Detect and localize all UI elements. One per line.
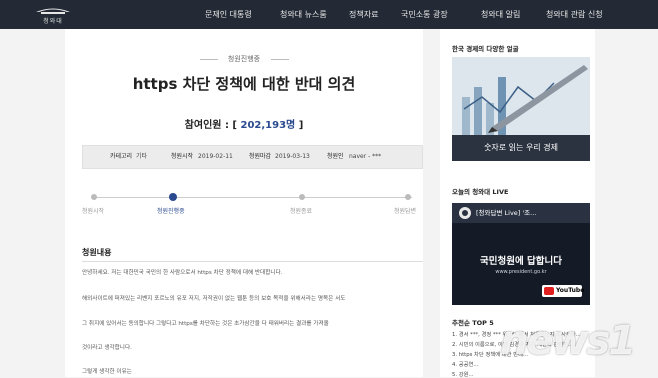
live-banner-title: 국민청원에 답합니다 [480,256,562,267]
live-video-title: [청와답변 Live] '조... [452,203,590,223]
step-dot-end [299,194,305,200]
start-value: 2019-02-11 [198,153,233,160]
step-dot-start [91,194,97,200]
step-label-active: 청원진행중 [157,208,185,215]
economy-banner-caption: 숫자로 읽는 우리 경제 [452,135,590,161]
petition-info-box: 카테고리 기타 청원시작 2019-02-11 청원마감 2019-03-13 … [82,145,423,169]
roof-logo-icon [36,8,70,14]
start-label: 청원시작 [171,153,194,160]
category-value: 기타 [136,153,148,160]
nav-policy[interactable]: 정책자료 [349,0,378,29]
emblem-icon [459,207,471,219]
nav-plaza[interactable]: 국민소통 광장 [401,0,448,29]
author-label: 청원인 [327,153,344,160]
logo-text: 청와대 [43,18,63,25]
top-navigation-bar: 청와대 문재인 대통령 청와대 뉴스룸 정책자료 국민소통 광장 청와대 알림 … [0,0,658,29]
chart-pen-illustration-icon [452,57,590,135]
youtube-icon [544,287,554,295]
cheongwadae-logo[interactable]: 청와대 [30,3,76,26]
content-paragraph: 그렇게 생각한 이유는 [82,369,132,375]
author-value: naver - *** [349,153,382,160]
participant-count: 참여인원 : [ 202,193명 ] [65,116,423,131]
news1-watermark: news1 [500,318,636,364]
nav-tour[interactable]: 청와대 관람 신청 [546,0,603,29]
end-value: 2019-03-13 [275,153,310,160]
status-header: 청원진행중 [65,53,423,65]
nav-notice[interactable]: 청와대 알림 [481,0,520,29]
progress-steps: 청원시작 청원진행중 청원종료 청원답변 [65,193,423,224]
end-label: 청원마감 [249,153,272,160]
petition-title: https 차단 정책에 대한 반대 의견 [132,75,356,93]
live-banner-url: www.president.go.kr [495,269,547,275]
step-dot-active [169,193,177,201]
divider [82,261,423,262]
step-label-start: 청원시작 [82,208,105,215]
step-label-answer: 청원답변 [394,208,417,215]
top5-item[interactable]: 4. 공공연... [452,360,478,368]
count-close: ] [298,120,304,131]
nav-newsroom[interactable]: 청와대 뉴스룸 [280,0,327,29]
progress-line [94,197,412,198]
live-video-thumbnail[interactable]: [청와답변 Live] '조... 국민청원에 답합니다 www.preside… [452,203,590,305]
count-value: 202,193명 [240,120,296,131]
youtube-badge: YouTube [542,285,585,297]
content-paragraph: 안녕하세요. 저는 대한민국 국민의 한 사람으로서 https 차단 정책에 … [82,270,283,276]
divider [271,59,289,60]
top5-heading: 추천순 TOP 5 [452,319,494,327]
petition-content: 청원진행중 https 차단 정책에 대한 반대 의견 참여인원 : [ 202… [65,29,423,377]
step-label-end: 청원종료 [290,208,313,215]
youtube-label: YouTube [556,287,585,294]
step-dot-answer [405,194,411,200]
count-label: 참여인원 : [ [184,120,238,131]
content-heading: 청원내용 [82,248,112,257]
category-label: 카테고리 [110,153,133,160]
content-paragraph: 그 취지에 있어서는 동의합니다 그렇다고 https를 차단하는 것은 초가삼… [82,321,329,327]
economy-banner[interactable]: 숫자로 읽는 우리 경제 [452,57,590,161]
status-label: 청원진행중 [227,55,261,63]
live-heading: 오늘의 청와대 LIVE [452,188,509,196]
content-paragraph: 것이라고 생각합니다. [82,345,132,351]
content-paragraph: 해외사이트에 퍼져있는 리벤지 포르노의 유포 저지, 저작권이 없는 웹툰 등… [82,296,346,302]
ad1-heading: 한국 경제의 다양한 얼굴 [452,45,519,53]
nav-president[interactable]: 문재인 대통령 [205,0,252,29]
